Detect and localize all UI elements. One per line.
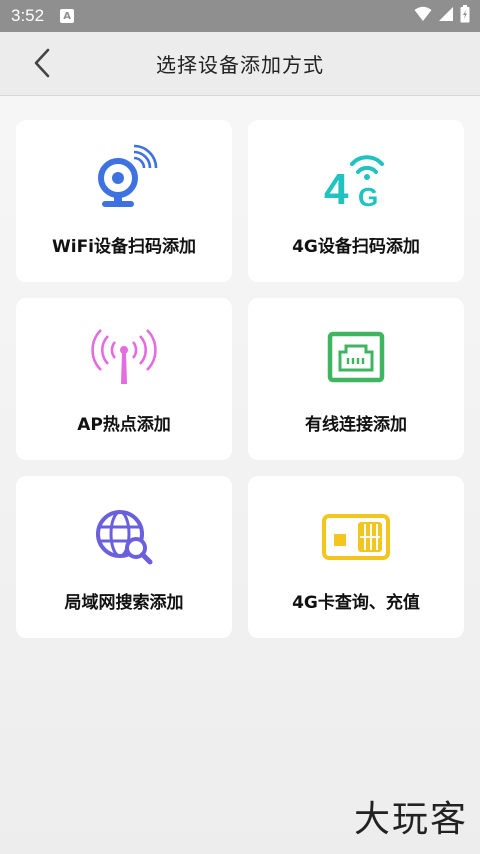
- ap-hotspot-icon: [88, 322, 160, 394]
- wifi-scan-add-card[interactable]: WiFi设备扫码添加: [16, 120, 232, 282]
- card-label: 4G卡查询、充值: [292, 593, 420, 613]
- sim-card-icon: [320, 500, 392, 572]
- battery-icon: [460, 5, 470, 27]
- card-label: 有线连接添加: [305, 415, 407, 435]
- wired-connect-add-card[interactable]: 有线连接添加: [248, 298, 464, 460]
- 4g-card-recharge-card[interactable]: 4G卡查询、充值: [248, 476, 464, 638]
- 4g-signal-icon: 4 G: [320, 144, 392, 216]
- back-button[interactable]: [28, 48, 56, 82]
- cell-signal-icon: [438, 6, 454, 26]
- notification-badge: A: [60, 9, 75, 23]
- card-label: 4G设备扫码添加: [292, 237, 420, 257]
- 4g-scan-add-card[interactable]: 4 G 4G设备扫码添加: [248, 120, 464, 282]
- wifi-status-icon: [414, 6, 432, 26]
- ap-hotspot-add-card[interactable]: AP热点添加: [16, 298, 232, 460]
- chevron-left-icon: [33, 48, 51, 82]
- svg-text:G: G: [358, 182, 378, 212]
- status-bar: 3:52 A: [0, 0, 480, 32]
- card-label: WiFi设备扫码添加: [51, 237, 197, 257]
- header: 选择设备添加方式: [0, 32, 480, 96]
- page-title: 选择设备添加方式: [156, 53, 324, 77]
- status-time: 3:52: [11, 6, 45, 25]
- card-label: AP热点添加: [77, 415, 171, 435]
- wifi-camera-icon: [88, 144, 160, 216]
- lan-search-icon: [88, 500, 160, 572]
- status-icons: [414, 5, 470, 27]
- watermark-logo: 大玩客: [353, 799, 468, 840]
- svg-text:4: 4: [324, 165, 349, 214]
- card-label: 局域网搜索添加: [64, 593, 184, 613]
- lan-search-add-card[interactable]: 局域网搜索添加: [16, 476, 232, 638]
- ethernet-port-icon: [320, 322, 392, 394]
